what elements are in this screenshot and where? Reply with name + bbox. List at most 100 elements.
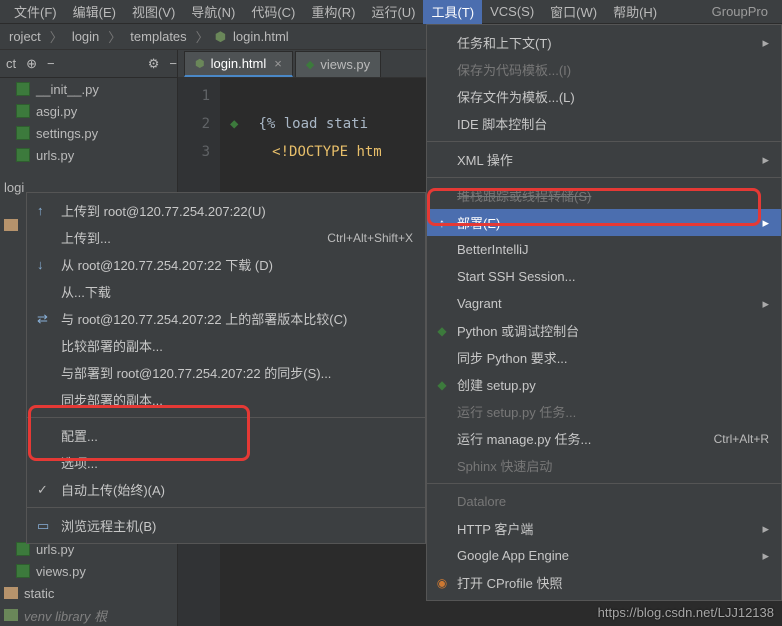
deploy-configure[interactable]: 配置... [27,422,425,449]
menu-view[interactable]: 视图(V) [124,0,183,24]
menu-item-create-setup[interactable]: ◆创建 setup.py [427,371,781,398]
menu-item-datalore: Datalore [427,488,781,515]
tab-views-py[interactable]: ◆ views.py [295,51,381,77]
python-file-icon [16,148,30,162]
html-file-icon: ⬢ [215,29,226,45]
menu-item-save-file-template[interactable]: 保存文件为模板...(L) [427,83,781,110]
menu-item-ide-console[interactable]: IDE 脚本控制台 [427,110,781,137]
menu-item-stacktrace: 堆栈跟踪或线程转储(S) [427,182,781,209]
chevron-right-icon: 〉 [190,27,215,46]
menu-item-cprofile[interactable]: ◉打开 CProfile 快照 [427,569,781,596]
python-icon: ◆ [435,324,449,338]
menu-item-save-template: 保存为代码模板...(I) [427,56,781,83]
submenu-arrow-icon: ▸ [762,521,769,537]
submenu-arrow-icon: ▸ [762,152,769,168]
file-views[interactable]: views.py [0,560,177,582]
check-icon: ✓ [37,482,48,498]
submenu-arrow-icon: ▸ [762,548,769,564]
menu-navigate[interactable]: 导航(N) [183,0,243,24]
menu-item-sphinx: Sphinx 快速启动 [427,452,781,479]
chevron-right-icon: 〉 [102,27,127,46]
python-file-icon: ◆ [306,58,314,71]
profile-icon: ◉ [435,576,449,590]
python-icon: ◆ [435,378,449,392]
hide-icon[interactable]: − [169,56,177,71]
file-init[interactable]: __init__.py [0,78,177,100]
deploy-download-from-host[interactable]: ↓从 root@120.77.254.207:22 下载 (D) [27,251,425,278]
folder-static[interactable]: static [0,582,177,604]
close-icon[interactable]: × [274,56,282,71]
project-name-partial: GroupPro [712,4,782,19]
file-urls[interactable]: urls.py [0,144,177,166]
menu-window[interactable]: 窗口(W) [542,0,605,24]
compare-icon: ⇄ [37,311,48,327]
file-asgi[interactable]: asgi.py [0,100,177,122]
folder-icon [4,587,18,599]
menu-item-python-console[interactable]: ◆Python 或调试控制台 [427,317,781,344]
python-file-icon [16,82,30,96]
deploy-compare-copy[interactable]: 比较部署的副本... [27,332,425,359]
folder-venv[interactable]: venv library 根 [0,604,177,626]
deploy-compare-host[interactable]: ⇄与 root@120.77.254.207:22 上的部署版本比较(C) [27,305,425,332]
menu-item-run-setup: 运行 setup.py 任务... [427,398,781,425]
python-file-icon [16,104,30,118]
menu-item-deploy[interactable]: ↑部署(E)▸ [427,209,781,236]
python-file-icon [16,542,30,556]
menu-help[interactable]: 帮助(H) [605,0,665,24]
watermark: https://blog.csdn.net/LJJ12138 [598,605,774,620]
menu-item-ssh[interactable]: Start SSH Session... [427,263,781,290]
menu-item-tasks[interactable]: 任务和上下文(T)▸ [427,29,781,56]
python-file-icon [16,564,30,578]
upload-icon: ↑ [37,203,44,218]
download-icon: ↓ [37,257,44,272]
collapse-icon[interactable]: ⊕ [26,56,37,72]
submenu-arrow-icon: ▸ [762,215,769,231]
deploy-download-from[interactable]: 从...下载 [27,278,425,305]
breadcrumb-item[interactable]: templates [127,29,189,44]
menu-refactor[interactable]: 重构(R) [303,0,363,24]
tools-menu: 任务和上下文(T)▸ 保存为代码模板...(I) 保存文件为模板...(L) I… [426,24,782,601]
deploy-auto-upload[interactable]: ✓自动上传(始终)(A) [27,476,425,503]
menu-item-vagrant[interactable]: Vagrant▸ [427,290,781,317]
breadcrumb-item[interactable]: roject [6,29,44,44]
menu-separator [427,141,781,142]
deploy-sync-host[interactable]: 与部署到 root@120.77.254.207:22 的同步(S)... [27,359,425,386]
menu-item-betterintellij[interactable]: BetterIntelliJ [427,236,781,263]
menu-edit[interactable]: 编辑(E) [65,0,124,24]
menu-separator [427,177,781,178]
chevron-right-icon: 〉 [44,27,69,46]
sidebar-label: ct [6,56,16,71]
minus-icon[interactable]: − [47,56,55,71]
menu-item-http-client[interactable]: HTTP 客户端▸ [427,515,781,542]
sidebar-toolbar: ct ⊕ − ⚙ − [0,50,177,78]
menu-file[interactable]: 文件(F) [6,0,65,24]
menu-item-xml[interactable]: XML 操作▸ [427,146,781,173]
menu-code[interactable]: 代码(C) [243,0,303,24]
python-file-icon [16,126,30,140]
menu-separator [27,417,425,418]
html-file-icon: ⬢ [195,57,205,70]
menu-tools[interactable]: 工具(T) [423,0,482,24]
menu-separator [427,483,781,484]
menu-run[interactable]: 运行(U) [363,0,423,24]
file-settings[interactable]: settings.py [0,122,177,144]
upload-icon: ↑ [435,216,449,230]
tab-login-html[interactable]: ⬢ login.html × [184,51,293,77]
deploy-options[interactable]: 选项... [27,449,425,476]
menu-vcs[interactable]: VCS(S) [482,1,542,22]
breadcrumb-item[interactable]: login.html [230,29,292,44]
submenu-arrow-icon: ▸ [762,35,769,51]
breadcrumb-item[interactable]: login [69,29,102,44]
submenu-arrow-icon: ▸ [762,296,769,312]
gear-icon[interactable]: ⚙ [148,56,160,72]
menu-item-sync-python[interactable]: 同步 Python 要求... [427,344,781,371]
menu-separator [27,507,425,508]
library-icon [4,609,18,621]
deploy-upload-to[interactable]: 上传到...Ctrl+Alt+Shift+X [27,224,425,251]
deploy-upload-to-host[interactable]: ↑上传到 root@120.77.254.207:22(U) [27,197,425,224]
deploy-submenu: ↑上传到 root@120.77.254.207:22(U) 上传到...Ctr… [26,192,426,544]
deploy-browse-remote[interactable]: ▭浏览远程主机(B) [27,512,425,539]
deploy-sync-copy[interactable]: 同步部署的副本... [27,386,425,413]
menu-item-run-manage[interactable]: 运行 manage.py 任务...Ctrl+Alt+R [427,425,781,452]
menu-item-gae[interactable]: Google App Engine▸ [427,542,781,569]
